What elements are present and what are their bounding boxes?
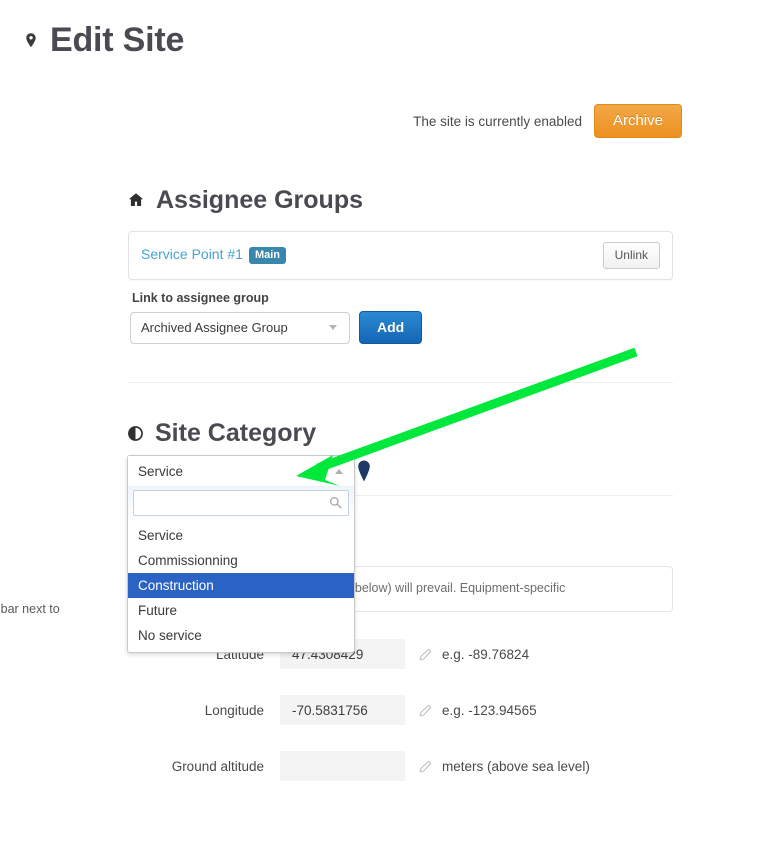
assignee-group-panel: Service Point #1 Main Unlink	[128, 231, 673, 280]
clipped-left-text: r bar next to	[0, 602, 60, 616]
pencil-icon[interactable]	[419, 703, 432, 717]
add-assignee-group-button[interactable]: Add	[359, 311, 423, 344]
status-badge: Main	[248, 247, 287, 264]
unlink-button[interactable]: Unlink	[602, 242, 660, 269]
pencil-icon[interactable]	[419, 759, 432, 773]
section-divider-1	[128, 382, 673, 383]
map-pin-icon	[24, 32, 38, 54]
assignee-group-info: Service Point #1 Main	[141, 246, 287, 265]
chevron-down-icon	[329, 325, 337, 330]
chevron-up-icon	[335, 468, 343, 474]
ground-altitude-label: Ground altitude	[171, 758, 264, 774]
adjust-icon	[128, 425, 143, 441]
map-pin-icon	[355, 459, 373, 483]
assignee-groups-title: Assignee Groups	[156, 186, 363, 214]
assignee-group-select[interactable]: Archived Assignee Group	[130, 311, 350, 344]
longitude-hint: e.g. -123.94565	[442, 702, 537, 718]
main-content: Assignee Groups Service Point #1 Main Unl…	[128, 0, 673, 781]
pencil-icon[interactable]	[419, 647, 432, 661]
site-category-dropdown[interactable]: Service Service Commissionning Construct…	[127, 455, 355, 653]
assignee-group-select-value: Archived Assignee Group	[141, 320, 288, 335]
site-category-dropdown-toggle[interactable]: Service	[128, 456, 354, 486]
longitude-label: Longitude	[204, 702, 264, 718]
site-category-selected-value: Service	[138, 463, 184, 479]
site-category-option[interactable]: No service	[128, 623, 354, 648]
site-category-option-highlighted[interactable]: Construction	[128, 573, 354, 598]
site-category-option[interactable]: Future	[128, 598, 354, 623]
search-icon	[329, 496, 342, 509]
link-to-assignee-group-label: Link to assignee group	[132, 291, 269, 305]
ground-altitude-input[interactable]	[280, 751, 405, 781]
assignee-group-row: Service Point #1 Main Unlink	[129, 232, 672, 279]
site-category-search-holder	[133, 490, 349, 516]
link-assignee-controls: Archived Assignee Group Add	[130, 311, 673, 344]
site-category-heading: Site Category	[128, 418, 673, 448]
assignee-groups-heading: Assignee Groups	[128, 185, 673, 215]
longitude-field-row: Longitude -70.5831756 e.g. -123.94565	[128, 695, 673, 725]
longitude-input[interactable]: -70.5831756	[280, 695, 405, 725]
home-icon	[128, 192, 144, 208]
site-category-search-input[interactable]	[133, 490, 349, 516]
site-category-search-wrap	[128, 486, 354, 521]
latitude-hint: e.g. -89.76824	[442, 646, 530, 662]
ground-altitude-hint: meters (above sea level)	[442, 758, 590, 774]
site-category-option[interactable]: Commissionning	[128, 548, 354, 573]
site-category-title: Site Category	[155, 419, 317, 447]
assignee-group-link[interactable]: Service Point #1	[141, 246, 243, 262]
ground-altitude-field-row: Ground altitude meters (above sea level)	[128, 751, 673, 781]
site-category-option[interactable]: Service	[128, 523, 354, 548]
site-category-option-list: Service Commissionning Construction Futu…	[128, 521, 354, 652]
